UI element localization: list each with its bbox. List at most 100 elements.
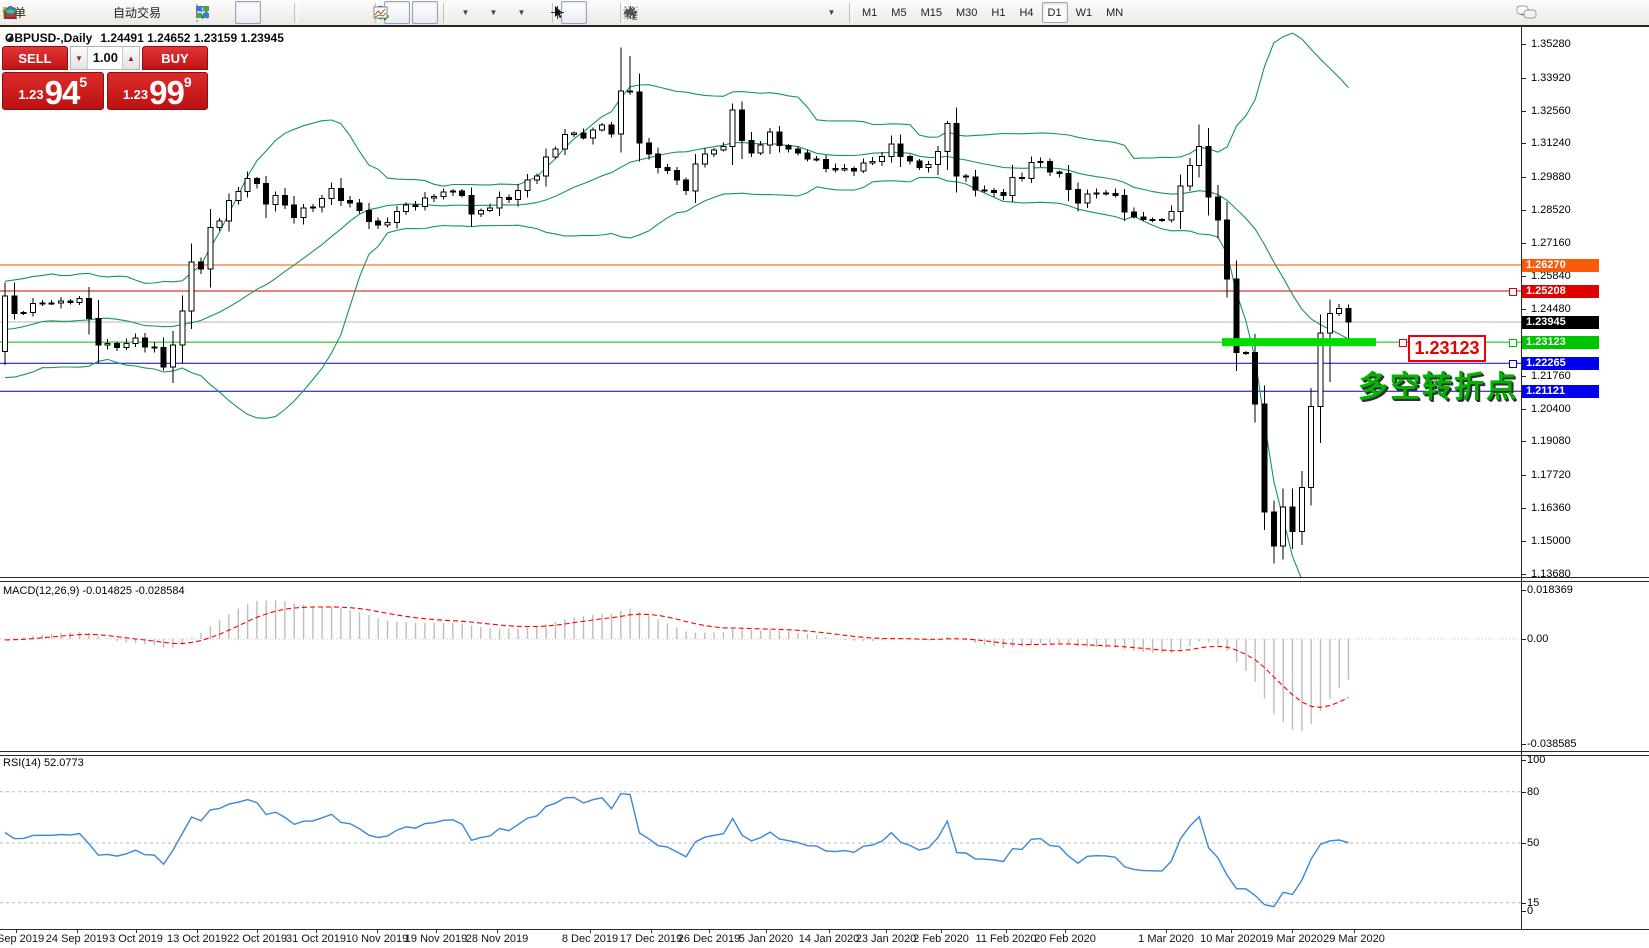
volume-decrease-button[interactable]: ▼ — [71, 47, 88, 69]
rsi-tick-label: 80 — [1527, 787, 1539, 798]
price-tick-label: 1.25840 — [1531, 271, 1571, 282]
price-tag: 1.23123 — [1522, 336, 1599, 349]
price-tick-label: 1.15000 — [1531, 536, 1571, 547]
tile-windows-icon — [194, 4, 211, 21]
tab-timeframe-m1[interactable]: M1 — [856, 2, 883, 23]
volume-increase-button[interactable]: ▲ — [122, 47, 139, 69]
price-tick-dash — [1521, 177, 1526, 178]
rsi-tick-dash — [1521, 903, 1526, 904]
horizontal-level-lines[interactable] — [0, 265, 1521, 391]
price-tick-dash — [1521, 276, 1526, 277]
date-label: 5 Jan 2020 — [739, 933, 793, 945]
sell-price-big: 94 — [45, 78, 80, 107]
rsi-tick-dash — [1521, 911, 1526, 912]
price-tick-label: 1.16360 — [1531, 503, 1571, 514]
tab-timeframe-mn[interactable]: MN — [1100, 2, 1129, 23]
thick-trend-segment[interactable] — [1222, 338, 1376, 346]
price-tag: 1.25208 — [1522, 285, 1599, 298]
price-tick-dash — [1521, 409, 1526, 410]
chevron-down-icon: ▼ — [462, 8, 470, 17]
candlestick-chart-button[interactable] — [235, 1, 261, 24]
indicators-button[interactable]: ▼ — [508, 1, 534, 24]
periods-button[interactable]: ▼ — [480, 1, 506, 24]
price-tick-label: 1.27160 — [1531, 238, 1571, 249]
zoom-in-button[interactable] — [303, 1, 329, 24]
rsi-line — [5, 794, 1349, 907]
fibonacci-button[interactable]: F — [734, 1, 760, 24]
signals-button[interactable] — [84, 1, 110, 24]
macd-panel — [0, 580, 1521, 750]
zoom-out-button[interactable] — [331, 1, 357, 24]
tab-timeframe-h4[interactable]: H4 — [1013, 2, 1039, 23]
timeframe-group: M1M5M15M30H1H4D1W1MN — [856, 1, 1129, 24]
sell-quote-button[interactable]: 1.23 94 5 — [2, 72, 104, 110]
rsi-tick-dash — [1521, 843, 1526, 844]
price-tick-label: 1.21760 — [1531, 371, 1571, 382]
tab-timeframe-d1[interactable]: D1 — [1042, 2, 1068, 23]
sell-price-pip: 5 — [79, 74, 87, 90]
chat-bubbles-icon — [1516, 4, 1538, 21]
chart-shift-button[interactable] — [412, 1, 438, 24]
auto-trading-icon — [2, 4, 19, 21]
line-chart-button[interactable] — [263, 1, 289, 24]
arrows-button[interactable]: ▼ — [818, 1, 844, 24]
order-history-button[interactable] — [28, 1, 54, 24]
text-button[interactable]: A — [762, 1, 788, 24]
price-tag: 1.23945 — [1522, 316, 1599, 329]
panel-separator[interactable] — [0, 577, 1649, 582]
volume-input[interactable]: 1.00 — [88, 47, 122, 69]
date-label: 26 Dec 2019 — [678, 933, 740, 945]
buy-quote-button[interactable]: 1.23 99 9 — [107, 72, 209, 110]
macd-histogram — [5, 600, 1349, 731]
tab-timeframe-m5[interactable]: M5 — [885, 2, 912, 23]
date-label: 29 Mar 2020 — [1323, 933, 1385, 945]
tab-timeframe-m15[interactable]: M15 — [915, 2, 948, 23]
ohlc-values: 1.24491 1.24652 1.23159 1.23945 — [100, 31, 284, 45]
standard-toolbar-group: 订单 自动交易 — [2, 1, 162, 24]
line-drag-handle[interactable] — [1509, 339, 1517, 347]
price-chart[interactable] — [0, 27, 1521, 577]
right-toolbar-group — [1516, 1, 1570, 24]
auto-trading-label: 自动交易 — [113, 4, 161, 21]
price-tick-dash — [1521, 574, 1526, 575]
candles — [3, 48, 1352, 564]
trendline-button[interactable] — [678, 1, 704, 24]
mt4-window: 订单 自动交易 — [0, 0, 1649, 948]
rsi-panel — [0, 755, 1521, 929]
line-drag-handle[interactable] — [1509, 288, 1517, 296]
macd-tick-dash — [1521, 639, 1526, 640]
tab-timeframe-w1[interactable]: W1 — [1070, 2, 1099, 23]
price-level-callout[interactable]: 1.23123 — [1408, 335, 1486, 362]
date-label: 13 Oct 2019 — [167, 933, 227, 945]
text-label-button[interactable]: T — [790, 1, 816, 24]
annotation-text: 多空转折点 — [1358, 362, 1518, 406]
community-button[interactable] — [1544, 1, 1570, 24]
rsi-tick-dash — [1521, 760, 1526, 761]
callout-handle[interactable] — [1399, 339, 1407, 347]
crosshair-button[interactable] — [589, 1, 615, 24]
date-label: 28 Nov 2019 — [466, 933, 528, 945]
panel-separator[interactable] — [0, 751, 1649, 756]
date-label: 2 Feb 2020 — [913, 933, 969, 945]
new-chart-button[interactable]: ▼ — [452, 1, 478, 24]
sell-button[interactable]: SELL — [2, 46, 68, 70]
date-label: 19 Mar 2020 — [1261, 933, 1323, 945]
price-tick-dash — [1521, 44, 1526, 45]
scroll-group: ▼ ▼ ▼ — [372, 1, 534, 24]
price-tick-label: 1.32560 — [1531, 106, 1571, 117]
date-label: 19 Nov 2019 — [405, 933, 467, 945]
date-label: 1 Mar 2020 — [1138, 933, 1194, 945]
price-tag: 1.22265 — [1522, 357, 1599, 370]
tab-timeframe-h1[interactable]: H1 — [985, 2, 1011, 23]
date-label: 10 Mar 2020 — [1200, 933, 1262, 945]
auto-trading-button[interactable]: 自动交易 — [112, 1, 162, 24]
horizontal-line-button[interactable] — [650, 1, 676, 24]
tab-timeframe-m30[interactable]: M30 — [950, 2, 983, 23]
channel-button[interactable]: E — [706, 1, 732, 24]
buy-button[interactable]: BUY — [142, 46, 208, 70]
accounts-button[interactable] — [56, 1, 82, 24]
time-axis-line — [0, 929, 1649, 930]
symbol-icon — [5, 33, 15, 43]
price-tick-label: 1.31240 — [1531, 138, 1571, 149]
bollinger-bands — [5, 33, 1349, 577]
